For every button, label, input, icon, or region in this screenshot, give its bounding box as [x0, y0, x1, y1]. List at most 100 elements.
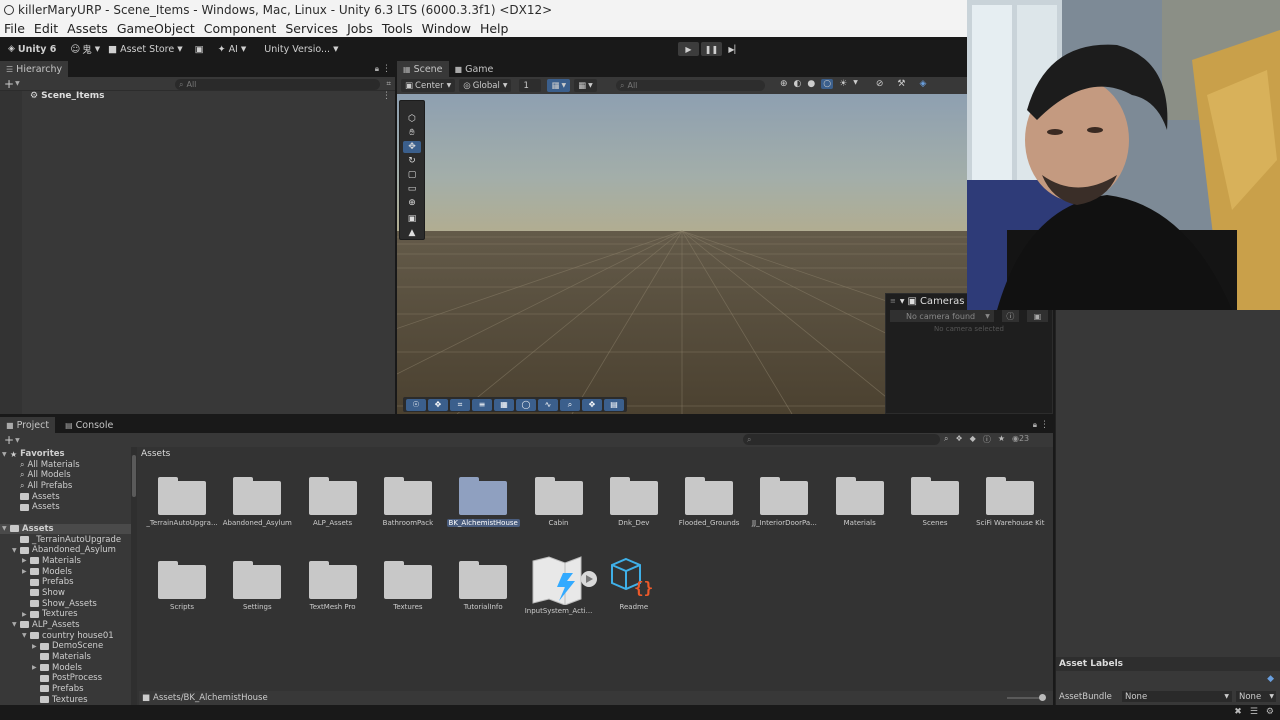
shaded-icon[interactable]: ●: [807, 79, 815, 89]
tab-scene[interactable]: ▦ Scene: [397, 61, 449, 77]
tree-item[interactable]: ▼ Assets: [0, 523, 131, 534]
overlay-tool-1[interactable]: ☉: [406, 398, 426, 411]
asset-item[interactable]: Materials: [822, 477, 898, 527]
chevron-right-icon[interactable]: ▶: [22, 568, 30, 575]
overlay-tool-9[interactable]: ✥: [582, 398, 602, 411]
asset-item[interactable]: Dnk_Dev: [596, 477, 672, 527]
tree-item[interactable]: ⌕ All Materials: [0, 460, 131, 470]
chevron-down-icon[interactable]: ▼: [12, 621, 20, 628]
asset-item[interactable]: JJ_InteriorDoorPa...: [746, 477, 822, 527]
menu-component[interactable]: Component: [204, 21, 277, 36]
hierarchy-search-input[interactable]: ⌕ All: [175, 79, 380, 90]
grid-toggle[interactable]: ▦ ▼: [547, 79, 571, 92]
menu-services[interactable]: Services: [285, 21, 338, 36]
network-icon[interactable]: ✖: [1234, 707, 1242, 717]
assetbundle-variant-dropdown[interactable]: None ▼: [1236, 691, 1276, 702]
overlay-tool-10[interactable]: ▤: [604, 398, 624, 411]
tree-item[interactable]: Assets: [0, 492, 131, 502]
asset-item[interactable]: BathroomPack: [370, 477, 446, 527]
tree-item[interactable]: Show: [0, 588, 131, 598]
ai-dropdown[interactable]: ✦ AI ▼: [218, 44, 247, 55]
asset-item[interactable]: TutorialInfo: [445, 561, 521, 611]
menu-tools[interactable]: Tools: [382, 21, 413, 36]
tree-item[interactable]: ▼ ALP_Assets: [0, 620, 131, 630]
asset-item[interactable]: Cabin: [521, 477, 597, 527]
asset-item[interactable]: Flooded_Grounds: [671, 477, 747, 527]
lock-icon[interactable]: 🔒︎: [1033, 420, 1037, 430]
hierarchy-scene-row[interactable]: ⚙ Scene_Items: [30, 91, 105, 101]
tree-scrollbar-thumb[interactable]: [132, 455, 136, 497]
orientation-icon[interactable]: ⊕: [780, 79, 788, 89]
tab-game[interactable]: ■ Game: [449, 61, 500, 77]
tree-scrollbar[interactable]: [131, 447, 137, 705]
tree-item[interactable]: ▶ Materials: [0, 556, 131, 566]
chevron-right-icon[interactable]: ▶: [22, 611, 30, 618]
overlay-tool-3[interactable]: ⌗: [450, 398, 470, 411]
tree-item[interactable]: ▼ Abandoned_Asylum: [0, 545, 131, 555]
tree-item[interactable]: ▶ Textures: [0, 609, 131, 619]
tree-item[interactable]: Prefabs: [0, 684, 131, 694]
overlay-tool-5[interactable]: ▦: [494, 398, 514, 411]
asset-item[interactable]: SciFi Warehouse Kit: [972, 477, 1048, 527]
view-options-button[interactable]: ⬡: [403, 113, 421, 125]
tree-item[interactable]: ⌕ All Prefabs: [0, 481, 131, 491]
scene-search-input[interactable]: ⌕ All: [616, 80, 765, 91]
chevron-down-icon[interactable]: ▼: [15, 80, 20, 87]
chevron-down-icon[interactable]: ▼: [22, 632, 30, 639]
favorite-star-icon[interactable]: ★: [998, 434, 1005, 445]
tree-item[interactable]: ▶ Models: [0, 567, 131, 577]
account-dropdown[interactable]: ☺ 鬼 ▼: [70, 42, 100, 57]
tree-item[interactable]: Prefabs: [0, 577, 131, 587]
asset-item[interactable]: Scenes: [897, 477, 973, 527]
overlay-tool-7[interactable]: ∿: [538, 398, 558, 411]
tree-item[interactable]: ⌕ All Models: [0, 470, 131, 480]
chevron-down-icon[interactable]: ▼: [15, 437, 20, 444]
package-button[interactable]: ▣: [195, 44, 204, 55]
version-control-dropdown[interactable]: Unity Versio... ▼: [264, 44, 338, 55]
add-icon[interactable]: +: [4, 433, 14, 447]
chevron-down-icon[interactable]: ▼: [853, 79, 858, 89]
chevron-down-icon[interactable]: ▼: [2, 525, 10, 532]
layers-icon[interactable]: ☰: [1250, 707, 1258, 717]
pause-button[interactable]: ❚❚: [701, 42, 722, 56]
step-button[interactable]: ▶▏: [724, 42, 745, 56]
icon-size-slider[interactable]: [1007, 694, 1046, 701]
asset-item[interactable]: ALP_Assets: [295, 477, 371, 527]
assetbundle-dropdown[interactable]: None ▼: [1122, 691, 1232, 702]
menu-help[interactable]: Help: [480, 21, 509, 36]
settings-icon[interactable]: ⚙: [1266, 707, 1274, 717]
asset-store-button[interactable]: ■ Asset Store ▼: [108, 44, 182, 55]
more-menu-icon[interactable]: ⋮: [1040, 420, 1049, 430]
tree-item[interactable]: Show_Assets: [0, 599, 131, 609]
type-filter-icon[interactable]: ❖: [955, 434, 962, 445]
tree-item[interactable]: Materials: [0, 652, 131, 662]
tree-item[interactable]: Assets: [0, 502, 131, 512]
pivot-dropdown[interactable]: ▣ Center ▼: [401, 79, 456, 92]
tree-item[interactable]: ▶ DemoScene: [0, 641, 131, 651]
label-filter-icon[interactable]: ◆: [970, 434, 976, 445]
scale-tool-button[interactable]: ▢: [403, 169, 421, 181]
rotate-tool-button[interactable]: ↻: [403, 155, 421, 167]
custom-tool-button[interactable]: ▣: [403, 213, 421, 225]
chevron-right-icon[interactable]: ▶: [32, 643, 40, 650]
asset-item[interactable]: Abandoned_Asylum: [219, 477, 295, 527]
transform-tool-button[interactable]: ⊕: [403, 197, 421, 209]
more-menu-icon[interactable]: ⋮: [382, 91, 391, 101]
draw-mode-icon[interactable]: ◐: [794, 79, 802, 89]
tools-icon[interactable]: ⚒: [897, 79, 905, 89]
chevron-right-icon[interactable]: ▶: [22, 557, 30, 564]
unity-account-button[interactable]: ◈ Unity 6: [8, 44, 56, 55]
asset-item[interactable]: _TerrainAutoUpgra...: [144, 477, 220, 527]
label-tag-icon[interactable]: ◆: [1267, 674, 1274, 684]
asset-item[interactable]: BK_AlchemistHouse: [445, 477, 521, 530]
move-tool-button[interactable]: ✥: [403, 141, 421, 153]
drag-handle[interactable]: [400, 101, 424, 111]
camera-options-button[interactable]: ▣: [1027, 310, 1048, 322]
overlay-tool-8[interactable]: ⌕: [560, 398, 580, 411]
chevron-right-icon[interactable]: ▶: [32, 664, 40, 671]
overlay-tool-2[interactable]: ✥: [428, 398, 448, 411]
tree-item[interactable]: Textures: [0, 695, 131, 705]
tree-item[interactable]: ▶ Models: [0, 663, 131, 673]
chevron-down-icon[interactable]: ▼: [12, 547, 20, 554]
project-search-input[interactable]: ⌕: [743, 434, 940, 445]
